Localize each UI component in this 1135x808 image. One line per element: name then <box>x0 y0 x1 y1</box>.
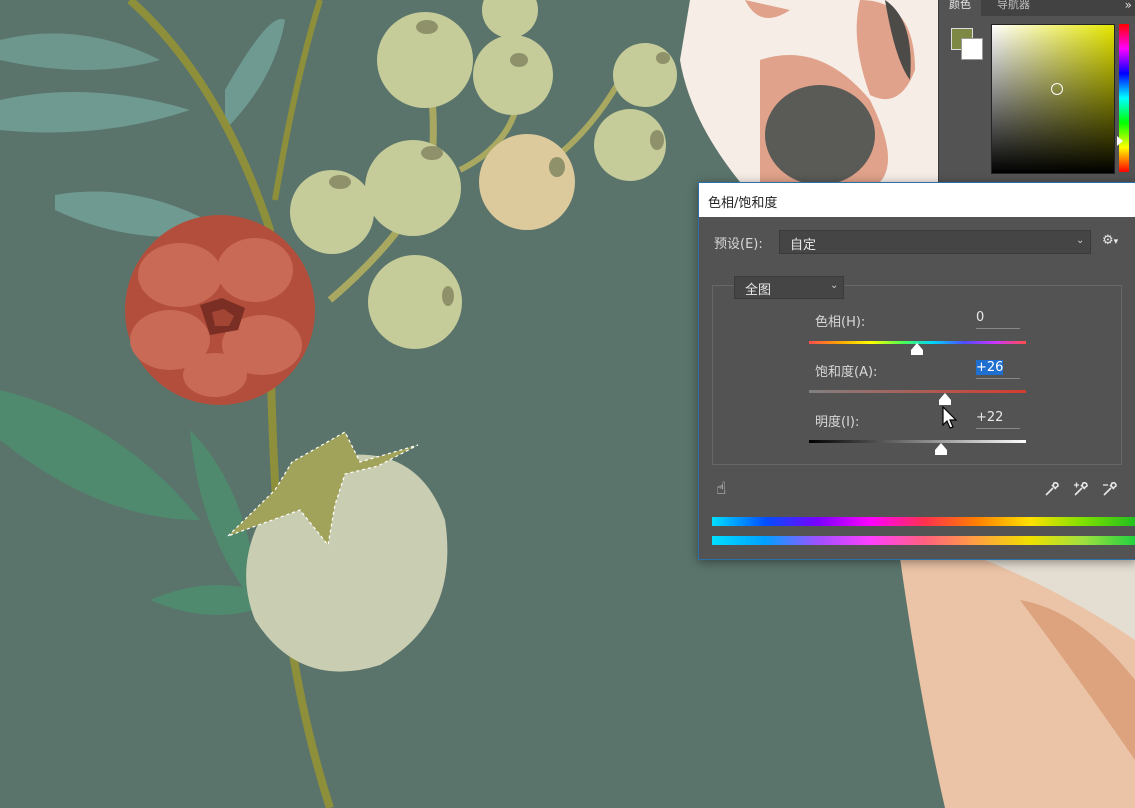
tab-navigator[interactable]: 导航器 <box>987 0 1040 16</box>
hue-saturation-dialog: 色相/饱和度 预设(E): 自定 ⌄ ⚙▾ 全图 ⌄ 色相(H): 0 饱和度(… <box>698 182 1135 560</box>
color-panel-tabs: 颜色 导航器 » <box>939 0 1135 16</box>
mouse-cursor-icon <box>942 406 958 429</box>
saturation-slider-track[interactable] <box>809 390 1026 393</box>
hue-strip-arrow-icon[interactable] <box>1117 136 1123 146</box>
source-color-bar <box>712 517 1135 526</box>
settings-gear-icon[interactable]: ⚙▾ <box>1102 233 1118 248</box>
chevron-down-icon: ⌄ <box>1076 235 1085 246</box>
dialog-title: 色相/饱和度 <box>708 196 778 211</box>
tab-color[interactable]: 颜色 <box>939 0 981 16</box>
saturation-slider-thumb[interactable] <box>939 393 951 405</box>
panel-menu-button[interactable]: » <box>1125 0 1132 12</box>
channel-select[interactable]: 全图 ⌄ <box>734 276 844 299</box>
lightness-value-field[interactable]: +22 <box>976 410 1020 429</box>
saturation-value-field[interactable]: +26 <box>976 360 1020 379</box>
preset-select[interactable]: 自定 ⌄ <box>779 230 1091 254</box>
hue-strip[interactable] <box>1119 24 1129 172</box>
color-panel: 颜色 导航器 » <box>938 0 1135 182</box>
eyedropper-icon[interactable] <box>1044 481 1060 497</box>
lightness-slider-track[interactable] <box>809 440 1026 443</box>
background-color-swatch[interactable] <box>961 38 983 60</box>
saturation-label: 饱和度(A): <box>815 365 878 380</box>
lightness-slider-thumb[interactable] <box>935 443 947 455</box>
dialog-titlebar[interactable]: 色相/饱和度 <box>699 183 1135 217</box>
hue-slider-thumb[interactable] <box>911 343 923 355</box>
lightness-label: 明度(I): <box>815 415 860 430</box>
saturation-value-selection: +26 <box>976 360 1004 375</box>
adjusted-color-bar <box>712 536 1135 545</box>
preset-value: 自定 <box>790 238 817 253</box>
adjustment-group <box>712 285 1122 465</box>
color-picker-indicator[interactable] <box>1051 83 1063 95</box>
targeted-adjustment-hand-icon[interactable]: ☝ <box>716 479 726 499</box>
chevron-down-icon: ⌄ <box>830 280 839 291</box>
channel-value: 全图 <box>745 283 772 298</box>
eyedropper-subtract-icon[interactable] <box>1102 481 1118 497</box>
hue-value-field[interactable]: 0 <box>976 310 1020 329</box>
preset-label: 预设(E): <box>714 237 763 252</box>
hue-label: 色相(H): <box>815 315 866 330</box>
color-picker-field[interactable] <box>991 24 1115 174</box>
eyedropper-add-icon[interactable] <box>1073 481 1089 497</box>
